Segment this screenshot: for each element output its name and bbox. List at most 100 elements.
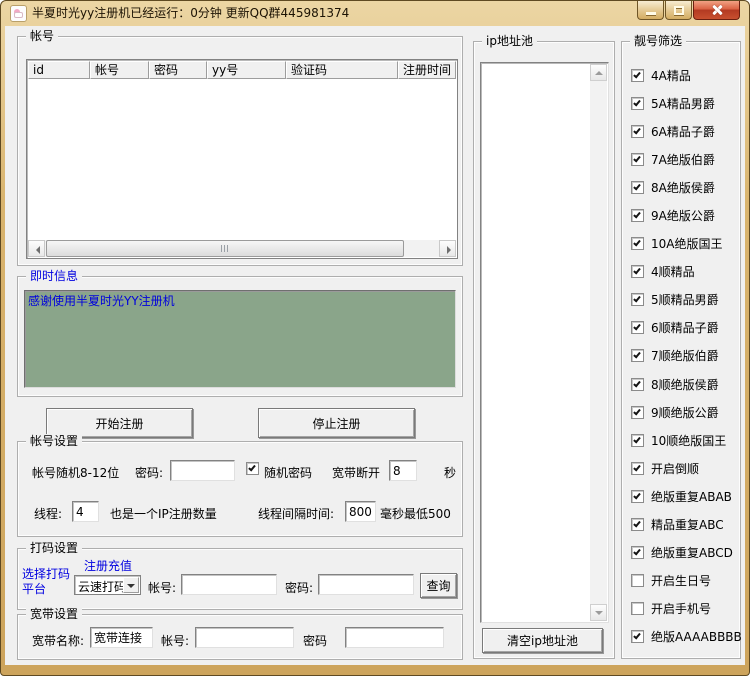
checkbox-icon[interactable] [631,546,644,559]
table-header-cell[interactable]: yy号 [207,61,286,79]
query-button[interactable]: 查询 [420,573,457,598]
filter-checkbox-label: 4顺精品 [651,263,695,280]
scroll-up-icon[interactable] [590,64,607,81]
stop-register-button[interactable]: 停止注册 [258,408,415,438]
filter-checkbox-row[interactable]: 开启手机号 [631,601,736,616]
password-input[interactable] [170,460,235,481]
checkbox-icon[interactable] [631,518,644,531]
account-table-body[interactable] [28,79,456,240]
scrollbar-track[interactable] [45,240,439,257]
filter-checkbox-row[interactable]: 9顺绝版公爵 [631,405,736,420]
filter-checkbox-row[interactable]: 开启生日号 [631,573,736,588]
platform-select[interactable]: 云速打码 [74,575,141,595]
close-button[interactable] [693,1,740,20]
vertical-scrollbar[interactable] [590,64,607,621]
table-header-cell[interactable]: 帐号 [90,61,149,79]
filter-checkbox-row[interactable]: 8顺绝版侯爵 [631,377,736,392]
app-icon [10,5,27,22]
filter-checkbox-label: 9顺绝版公爵 [651,404,719,421]
filter-group: 靓号筛选 4A精品 5A精品男爵 6A精品子爵 [621,41,741,659]
captcha-account-input[interactable] [181,574,277,595]
account-table[interactable]: id 帐号 密码 yy号 验证码 注册时间 [26,59,458,259]
checkbox-icon[interactable] [631,406,644,419]
recharge-link[interactable]: 注册充值 [84,557,132,574]
filter-checkbox-row[interactable]: 精品重复ABC [631,517,736,532]
broadband-password-input[interactable] [345,627,444,648]
checkbox-icon[interactable] [631,265,644,278]
thread-label: 线程: [34,505,62,522]
captcha-password-input[interactable] [318,574,414,595]
checkbox-icon[interactable] [631,153,644,166]
scroll-right-icon[interactable] [439,240,456,257]
info-log-box[interactable]: 感谢使用半夏时光YY注册机 [24,290,456,388]
checkbox-icon[interactable] [631,434,644,447]
thread-count-input[interactable] [72,501,99,522]
disconnect-seconds-input[interactable] [389,460,417,481]
table-header-cell[interactable]: 密码 [149,61,207,79]
checkbox-icon[interactable] [631,209,644,222]
maximize-button[interactable] [665,1,692,20]
random-password-checkbox[interactable] [246,462,259,475]
filter-checkbox-label: 开启倒顺 [651,460,699,477]
checkbox-icon[interactable] [631,378,644,391]
ip-pool-listbox[interactable] [480,62,609,623]
close-icon [711,4,723,16]
filter-checkbox-row[interactable]: 5顺精品男爵 [631,292,736,307]
filter-checkbox-label: 8A绝版侯爵 [651,179,715,196]
checkbox-icon[interactable] [631,321,644,334]
stop-register-label: 停止注册 [312,415,360,432]
scroll-down-icon[interactable] [590,604,607,621]
checkbox-icon[interactable] [631,462,644,475]
platform-label[interactable]: 选择打码平台 [22,567,72,597]
filter-checkbox-row[interactable]: 10A绝版国王 [631,236,736,251]
filter-checkbox-row[interactable]: 9A绝版公爵 [631,208,736,223]
interval-note: 毫秒最低500 [380,505,451,522]
filter-checkbox-row[interactable]: 7顺绝版伯爵 [631,348,736,363]
checkbox-icon[interactable] [631,125,644,138]
filter-checkbox-row[interactable]: 4顺精品 [631,264,736,279]
ip-pool-title: ip地址池 [482,34,537,48]
password-label: 密码: [135,464,163,481]
clear-ip-pool-button[interactable]: 清空ip地址池 [482,628,603,653]
filter-checkbox-row[interactable]: 4A精品 [631,68,736,83]
filter-checkbox-row[interactable]: 8A绝版侯爵 [631,180,736,195]
ip-pool-group: ip地址池 清空ip地址池 [473,41,615,659]
checkbox-icon[interactable] [631,293,644,306]
table-header-cell[interactable]: 验证码 [286,61,398,79]
filter-checkbox-row[interactable]: 10顺绝版国王 [631,433,736,448]
filter-checkbox-row[interactable]: 6顺精品子爵 [631,320,736,335]
filter-checkbox-row[interactable]: 绝版重复ABCD [631,545,736,560]
checkbox-icon[interactable] [631,237,644,250]
checkbox-icon[interactable] [631,630,644,643]
chevron-down-icon[interactable] [123,577,139,593]
filter-checkbox-row[interactable]: 绝版AAAABBBB [631,629,736,644]
filter-checkbox-row[interactable]: 6A精品子爵 [631,124,736,139]
clear-ip-pool-label: 清空ip地址池 [507,632,578,649]
check-icon [248,464,256,472]
captcha-password-label: 密码: [285,579,313,596]
filter-checkbox-label: 开启生日号 [651,572,711,589]
query-button-label: 查询 [426,577,450,594]
horizontal-scrollbar[interactable] [28,240,456,257]
checkbox-icon[interactable] [631,97,644,110]
interval-input[interactable] [345,501,376,522]
broadband-name-input[interactable] [90,627,153,648]
check-icon [633,99,641,107]
filter-checkbox-row[interactable]: 5A精品男爵 [631,96,736,111]
filter-checkbox-row[interactable]: 7A绝版伯爵 [631,152,736,167]
checkbox-icon[interactable] [631,574,644,587]
broadband-account-input[interactable] [195,627,294,648]
checkbox-icon[interactable] [631,490,644,503]
table-header-cell[interactable]: 注册时间 [398,61,456,79]
checkbox-icon[interactable] [631,181,644,194]
checkbox-icon[interactable] [631,349,644,362]
filter-checkbox-row[interactable]: 绝版重复ABAB [631,489,736,504]
table-header-cell[interactable]: id [28,61,90,79]
filter-checkbox-row[interactable]: 开启倒顺 [631,461,736,476]
scroll-left-icon[interactable] [28,240,45,257]
titlebar[interactable]: 半夏时光yy注册机已经运行：0分钟 更新QQ群445981374 [1,1,749,26]
scrollbar-thumb[interactable] [46,240,404,257]
minimize-button[interactable] [637,1,664,20]
checkbox-icon[interactable] [631,602,644,615]
checkbox-icon[interactable] [631,69,644,82]
